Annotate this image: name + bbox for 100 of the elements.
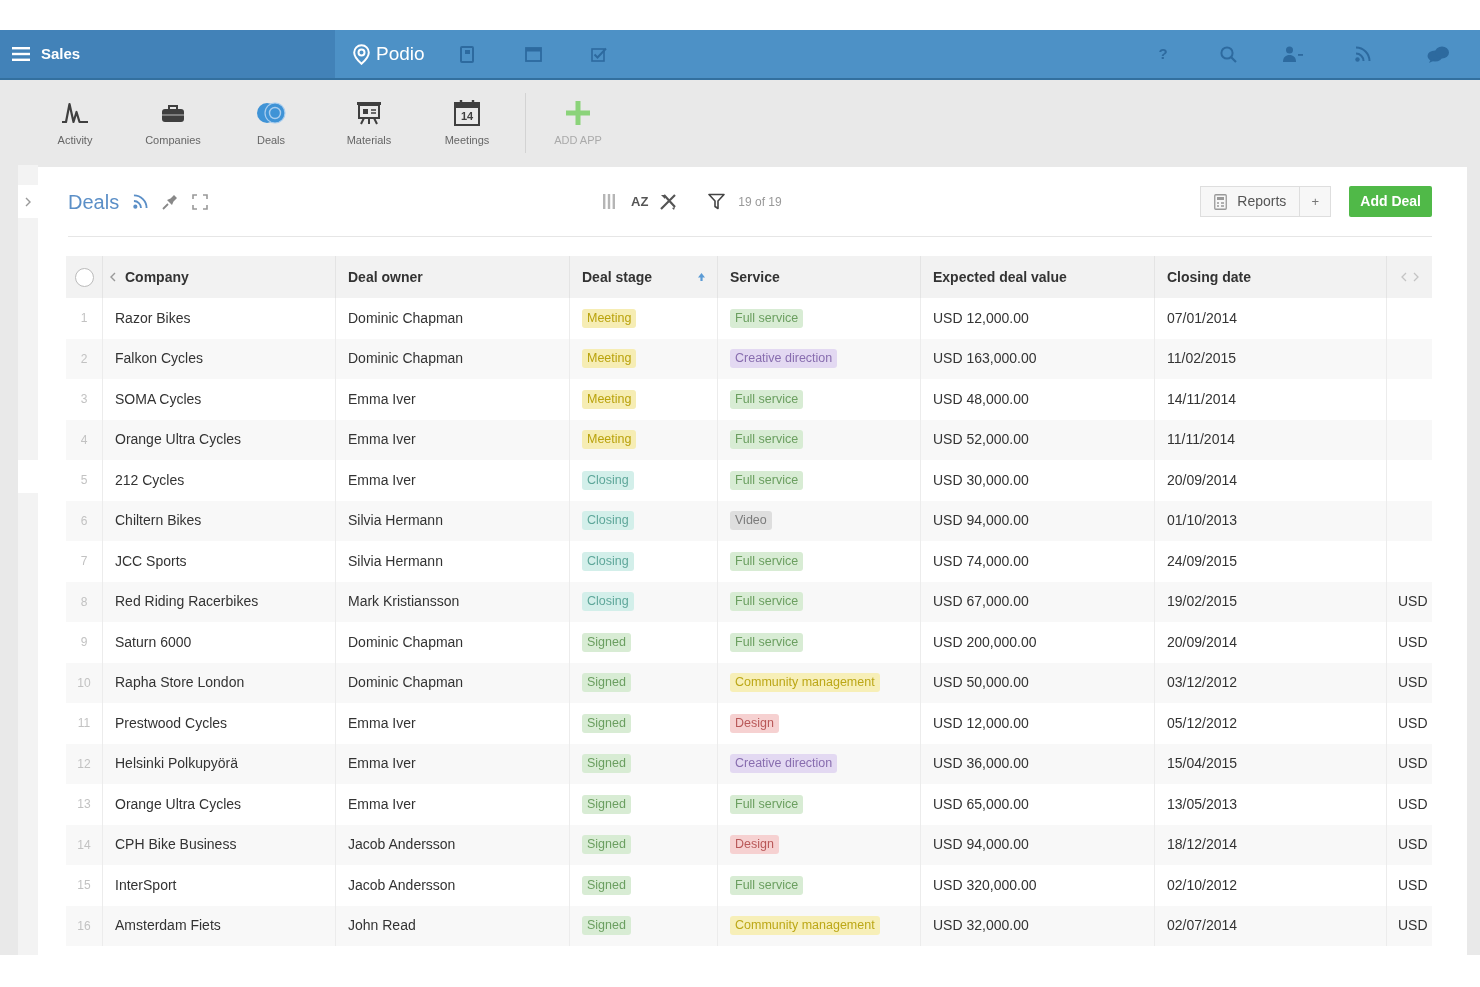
stage-tag: Closing bbox=[582, 551, 634, 571]
logo-text[interactable]: Podio bbox=[376, 43, 425, 65]
table-cell: USD 12,000.00 bbox=[921, 703, 1155, 744]
signal-waves-icon[interactable] bbox=[1354, 46, 1371, 62]
table-cell: Amsterdam Fiets bbox=[103, 905, 336, 946]
service-tag: Creative direction bbox=[730, 754, 838, 774]
sidebar-toggle[interactable] bbox=[18, 185, 38, 218]
chat-icon[interactable] bbox=[1427, 45, 1449, 63]
user-icon[interactable] bbox=[1282, 46, 1303, 62]
coins-icon bbox=[256, 102, 286, 124]
calendar-icon[interactable] bbox=[524, 46, 542, 62]
app-tab[interactable]: Deals bbox=[222, 80, 320, 165]
stage-tag: Signed bbox=[582, 794, 631, 814]
table-cell: 05/12/2012 bbox=[1155, 703, 1387, 744]
sort-button[interactable]: AZ bbox=[631, 193, 649, 210]
table-cell-text: USD bbox=[1397, 673, 1429, 693]
table-cell: Jacob Andersson bbox=[336, 865, 570, 906]
service-tag: Full service bbox=[730, 470, 804, 490]
table-cell: 02/10/2012 bbox=[1155, 865, 1387, 906]
logo-pin-icon[interactable] bbox=[353, 43, 370, 65]
table-cell: USD 48,000.00 bbox=[921, 379, 1155, 420]
table-cell-text: USD bbox=[1397, 794, 1429, 814]
table-cell: Dominic Chapman bbox=[336, 622, 570, 663]
calendar-day: 14 bbox=[454, 110, 480, 123]
app-tab[interactable]: 14 Meetings bbox=[418, 80, 516, 165]
add-report-button[interactable]: + bbox=[1300, 186, 1332, 217]
service-tag: Full service bbox=[730, 551, 804, 571]
table-cell: USD 200,000.00 bbox=[921, 622, 1155, 663]
table-cell: Saturn 6000 bbox=[103, 622, 336, 663]
table-cell-text: USD bbox=[1397, 713, 1429, 733]
row-number: 15 bbox=[77, 877, 91, 895]
app-tab[interactable]: Materials bbox=[320, 80, 418, 165]
stage-tag: Meeting bbox=[582, 389, 637, 409]
stage-tag: Signed bbox=[582, 673, 631, 693]
workspace-title[interactable]: Sales bbox=[41, 42, 81, 66]
table-cell: 13/05/2013 bbox=[1155, 784, 1387, 825]
table-cell: USD 65,000.00 bbox=[921, 784, 1155, 825]
table-cell: InterSport bbox=[103, 865, 336, 906]
stage-tag: Signed bbox=[582, 632, 631, 652]
table-cell: Emma Iver bbox=[336, 460, 570, 501]
tools-icon[interactable] bbox=[659, 192, 678, 211]
signal-waves-icon[interactable] bbox=[133, 194, 149, 209]
briefcase-icon bbox=[161, 103, 185, 123]
expand-icon[interactable] bbox=[192, 193, 209, 210]
table-cell: USD 320,000.00 bbox=[921, 865, 1155, 906]
menu-icon[interactable] bbox=[12, 47, 30, 61]
stage-tag: Signed bbox=[582, 875, 631, 895]
chevron-left-icon[interactable] bbox=[110, 272, 116, 282]
stage-tag: Closing bbox=[582, 470, 634, 490]
table-cell: Emma Iver bbox=[336, 379, 570, 420]
service-tag: Full service bbox=[730, 794, 804, 814]
service-tag: Creative direction bbox=[730, 349, 838, 369]
table-cell: 20/09/2014 bbox=[1155, 622, 1387, 663]
table-cell-text: USD bbox=[1397, 632, 1429, 652]
calendar-icon bbox=[454, 100, 480, 126]
table-cell: John Read bbox=[336, 905, 570, 946]
table-cell: Razor Bikes bbox=[103, 298, 336, 339]
table-cell: Emma Iver bbox=[336, 703, 570, 744]
row-number: 7 bbox=[80, 553, 88, 571]
pin-icon[interactable] bbox=[162, 193, 179, 210]
app-title: Deals bbox=[68, 189, 120, 214]
table-cell: USD 30,000.00 bbox=[921, 460, 1155, 501]
stage-tag: Closing bbox=[582, 592, 634, 612]
service-tag: Full service bbox=[730, 308, 804, 328]
table-cell-text: USD bbox=[1397, 835, 1429, 855]
stage-tag: Meeting bbox=[582, 349, 637, 369]
service-tag: Full service bbox=[730, 592, 804, 612]
table-cell: 20/09/2014 bbox=[1155, 460, 1387, 501]
table-cell: 212 Cycles bbox=[103, 460, 336, 501]
table-cell: USD 32,000.00 bbox=[921, 905, 1155, 946]
row-number: 13 bbox=[77, 796, 91, 814]
service-tag: Design bbox=[730, 713, 779, 733]
app-tab[interactable]: Companies bbox=[124, 80, 222, 165]
table-cell-text: USD bbox=[1397, 592, 1429, 612]
service-tag: Video bbox=[730, 511, 772, 531]
table-cell: Dominic Chapman bbox=[336, 298, 570, 339]
table-cell: Silvia Hermann bbox=[336, 541, 570, 582]
presentation-board-icon bbox=[356, 101, 382, 125]
service-tag: Full service bbox=[730, 632, 804, 652]
task-check-icon[interactable] bbox=[591, 46, 607, 62]
stage-tag: Meeting bbox=[582, 430, 637, 450]
table-cell: Emma Iver bbox=[336, 784, 570, 825]
filter-icon[interactable] bbox=[708, 193, 726, 210]
scroll-arrows-icon[interactable] bbox=[1400, 272, 1419, 282]
chevron-right-icon bbox=[25, 196, 31, 207]
book-icon[interactable] bbox=[460, 45, 474, 63]
row-number: 1 bbox=[80, 310, 88, 328]
row-number: 9 bbox=[80, 634, 88, 652]
service-tag: Full service bbox=[730, 875, 804, 895]
table-cell: 02/07/2014 bbox=[1155, 905, 1387, 946]
app-tab[interactable]: Activity bbox=[26, 80, 124, 165]
reports-button[interactable]: Reports bbox=[1200, 186, 1301, 217]
table-cell: Orange Ultra Cycles bbox=[103, 784, 336, 825]
table-cell: 14/11/2014 bbox=[1155, 379, 1387, 420]
table-cell: 24/09/2015 bbox=[1155, 541, 1387, 582]
columns-icon[interactable] bbox=[603, 194, 615, 209]
calculator-icon bbox=[1214, 193, 1228, 210]
select-all-checkbox[interactable] bbox=[74, 267, 94, 287]
pulse-line-icon bbox=[61, 102, 89, 124]
search-icon[interactable] bbox=[1219, 45, 1237, 63]
